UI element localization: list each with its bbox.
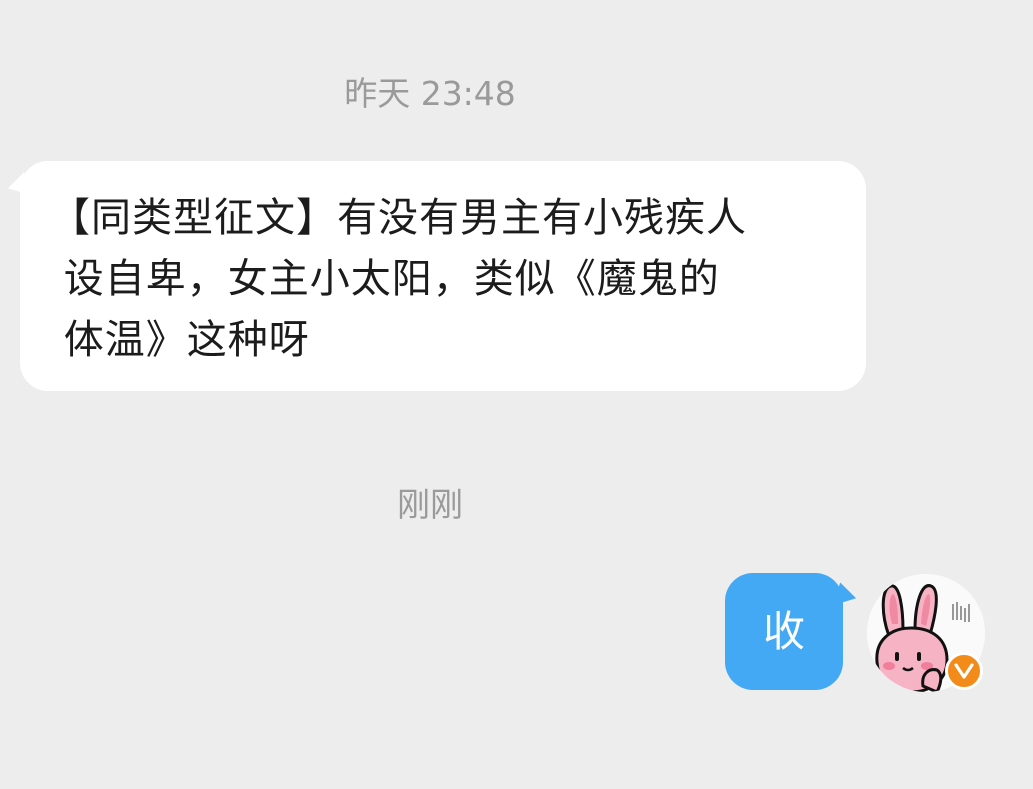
incoming-message-bubble[interactable]: 【同类型征文】有没有男主有小残疾人 设自卑，女主小太阳，类似《魔鬼的 体温》这种… (4, 161, 866, 391)
message-line: 【同类型征文】有没有男主有小残疾人 (50, 195, 747, 241)
message-timestamp: 刚刚 (397, 485, 463, 524)
message-line: 设自卑，女主小太阳，类似《魔鬼的 (50, 256, 720, 302)
bubble-tail (832, 582, 860, 612)
verified-v-badge-icon (945, 652, 983, 690)
outgoing-message-text: 收 (762, 606, 805, 656)
message-line: 体温》这种呀 (50, 317, 310, 363)
bubble-tail (4, 172, 32, 202)
outgoing-message-bubble[interactable]: 收 (725, 573, 860, 690)
message-timestamp: 昨天 23:48 (344, 74, 516, 113)
incoming-message-text: 【同类型征文】有没有男主有小残疾人 设自卑，女主小太阳，类似《魔鬼的 体温》这种… (50, 188, 826, 371)
